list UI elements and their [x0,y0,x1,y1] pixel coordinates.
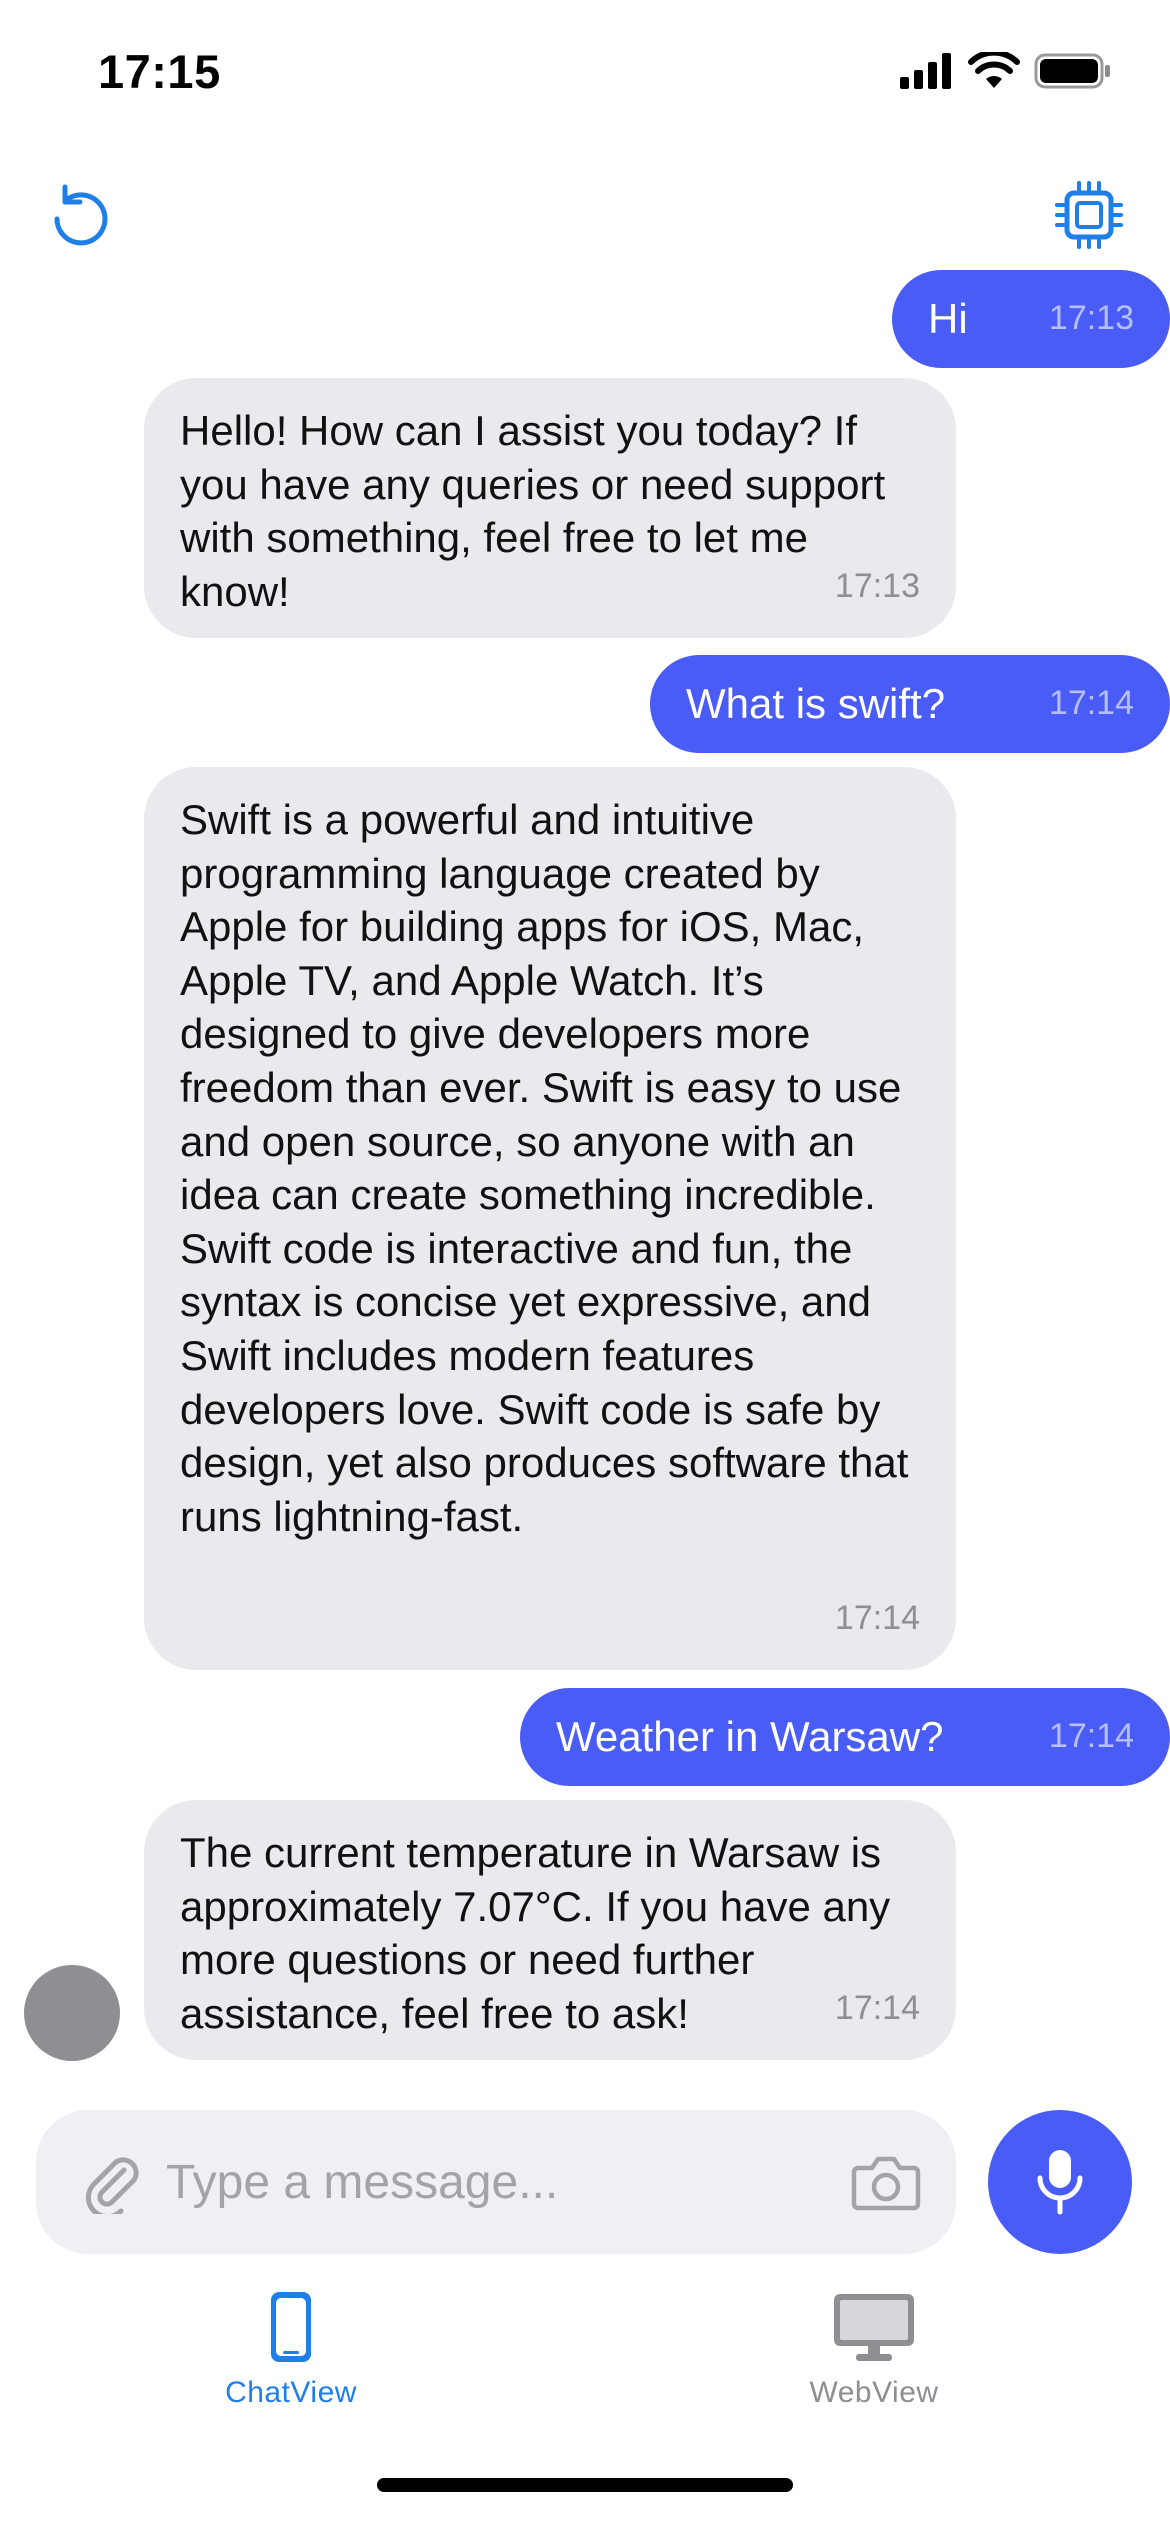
message-text: The current temperature in Warsaw is app… [180,1829,891,2037]
user-message-bubble[interactable]: Weather in Warsaw? 17:14 [520,1688,1170,1786]
assistant-message-bubble[interactable]: Hello! How can I assist you today? If yo… [144,378,956,638]
tab-label: ChatView [225,2376,357,2409]
status-time: 17:15 [98,45,221,98]
microphone-icon [1037,2150,1083,2215]
message-input[interactable] [166,2144,846,2220]
message-composer [36,2110,956,2254]
message-text: Hi [928,295,968,343]
camera-icon [851,2156,921,2211]
iphone-icon [271,2292,311,2362]
display-icon [834,2294,914,2361]
microphone-button[interactable] [988,2110,1132,2254]
tab-chatview[interactable]: ChatView [141,2290,441,2440]
home-indicator [377,2478,793,2492]
assistant-avatar [24,1965,120,2061]
message-time: 17:14 [834,1989,920,2028]
user-message-bubble[interactable]: What is swift? 17:14 [650,655,1170,753]
chip-button[interactable] [1044,170,1134,260]
message-text: Weather in Warsaw? [556,1713,944,1761]
assistant-message-bubble[interactable]: The current temperature in Warsaw is app… [144,1800,956,2060]
user-message-bubble[interactable]: Hi 17:13 [892,270,1170,368]
message-time: 17:13 [834,567,920,606]
attach-button[interactable] [76,2146,148,2218]
message-time: 17:14 [1048,684,1134,723]
status-bar: 17:15 [0,0,1170,150]
wifi-icon [968,52,1020,88]
battery-icon [1034,53,1110,89]
refresh-icon [54,184,108,246]
tab-label: WebView [809,2376,939,2409]
paperclip-icon [85,2157,139,2214]
chat-list[interactable]: Hi 17:13 Hello! How can I assist you tod… [0,270,1170,2070]
assistant-message-bubble[interactable]: Swift is a powerful and intuitive progra… [144,767,956,1670]
cellular-signal-icon [900,53,951,89]
message-text: Swift is a powerful and intuitive progra… [180,796,909,1540]
tab-bar: ChatView WebView [0,2280,1170,2440]
navigation-bar [0,150,1170,270]
camera-button[interactable] [846,2144,926,2220]
status-icons [900,52,1112,90]
message-time: 17:14 [834,1599,920,1638]
tab-webview[interactable]: WebView [724,2290,1024,2440]
chip-icon [1055,181,1123,249]
message-text: Hello! How can I assist you today? If yo… [180,407,886,615]
refresh-button[interactable] [36,170,126,260]
message-text: What is swift? [686,680,946,728]
message-time: 17:13 [1048,299,1134,338]
message-time: 17:14 [1048,1717,1134,1756]
